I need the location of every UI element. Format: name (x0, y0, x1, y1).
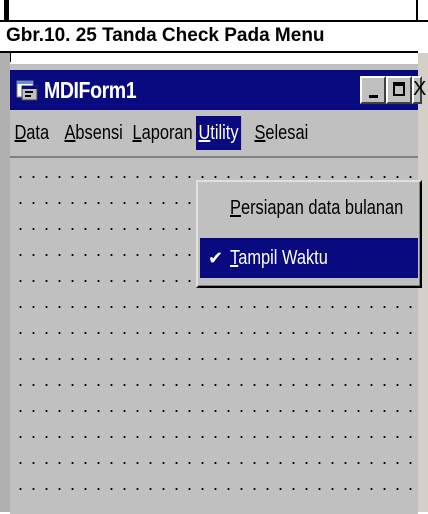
close-button[interactable]: X (412, 76, 426, 104)
menu-absensi[interactable]: Absensi (62, 116, 125, 150)
maximize-button[interactable] (386, 76, 412, 104)
left-border-tick (4, 0, 9, 20)
menu-laporan[interactable]: Laporan (130, 116, 195, 150)
checkmark-icon: ✔ (208, 248, 224, 268)
menu-selesai[interactable]: Selesai (252, 116, 311, 150)
menu-item-persiapan-data-bulanan[interactable]: Persiapan data bulanan (200, 188, 418, 228)
form-app-icon (16, 80, 38, 101)
title-bar[interactable]: MDIForm1 X (10, 70, 426, 110)
close-icon: X (413, 78, 427, 100)
figure-caption: Gbr.10. 25 Tanda Check Pada Menu (6, 25, 325, 46)
right-border-tick (416, 0, 418, 20)
utility-dropdown-menu: Persiapan data bulanan ✔ Tampil Waktu (196, 180, 422, 288)
mdi-form-window: MDIForm1 X Data Absensi Laporan Utility … (10, 62, 426, 514)
caption-divider (0, 51, 418, 53)
menu-bar: Data Absensi Laporan Utility Selesai (10, 110, 418, 156)
minimize-button[interactable] (360, 76, 386, 104)
menu-utility[interactable]: Utility (196, 116, 242, 150)
window-title: MDIForm1 (44, 77, 137, 103)
menu-data[interactable]: Data (12, 116, 52, 150)
maximize-icon (393, 82, 405, 96)
minimize-icon (369, 95, 378, 98)
menu-item-tampil-waktu[interactable]: ✔ Tampil Waktu (200, 238, 418, 278)
top-border (0, 0, 428, 22)
